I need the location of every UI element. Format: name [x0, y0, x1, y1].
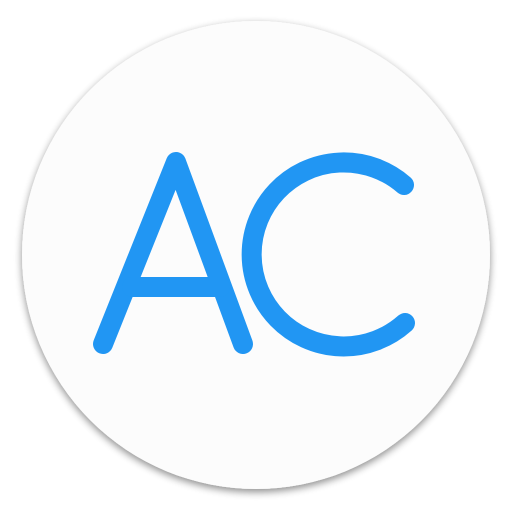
ac-app-icon — [22, 21, 490, 489]
app-icon-canvas: AC — [0, 0, 512, 512]
